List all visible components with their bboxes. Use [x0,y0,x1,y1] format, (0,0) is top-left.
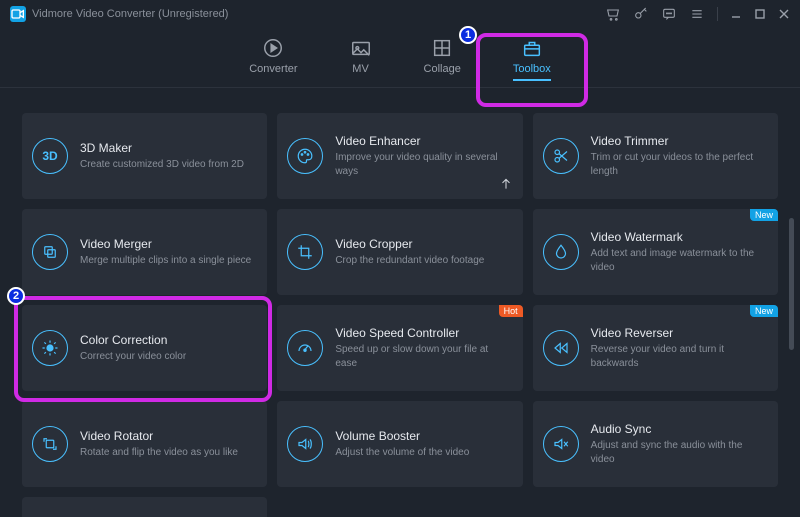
tab-label: Converter [249,63,297,75]
merge-icon [32,234,68,270]
separator [717,7,718,21]
annotation-badge-1: 1 [459,26,477,44]
tab-label: MV [352,63,369,75]
tool-desc: Improve your video quality in several wa… [335,151,508,178]
tool-title: Audio Sync [591,422,764,436]
droplet-icon [543,234,579,270]
feedback-icon[interactable] [661,6,677,22]
tool-video-enhancer[interactable]: Video Enhancer Improve your video qualit… [277,113,522,199]
toolbox-panel: 3D 3D Maker Create customized 3D video f… [0,99,800,517]
maximize-icon[interactable] [754,8,766,20]
three-d-icon: 3D [32,138,68,174]
tool-desc: Adjust the volume of the video [335,446,469,460]
tab-toolbox[interactable]: Toolbox [513,37,551,81]
tool-3d-maker[interactable]: 3D 3D Maker Create customized 3D video f… [22,113,267,199]
tool-desc: Merge multiple clips into a single piece [80,254,251,268]
close-icon[interactable] [778,8,790,20]
tool-desc: Speed up or slow down your file at ease [335,343,508,370]
key-icon[interactable] [633,6,649,22]
tool-title: Video Speed Controller [335,326,508,340]
tool-video-rotator[interactable]: Video Rotator Rotate and flip the video … [22,401,267,487]
tab-mv[interactable]: MV [350,37,372,79]
scissors-icon [543,138,579,174]
tool-video-cropper[interactable]: Video Cropper Crop the redundant video f… [277,209,522,295]
tool-desc: Rotate and flip the video as you like [80,446,238,460]
tool-video-watermark[interactable]: New Video Watermark Add text and image w… [533,209,778,295]
tool-desc: Trim or cut your videos to the perfect l… [591,151,764,178]
tool-desc: Adjust and sync the audio with the video [591,439,764,466]
scrollbar-thumb[interactable] [789,218,794,350]
badge-hot: Hot [499,305,523,317]
tab-label: Toolbox [513,63,551,75]
title-area: Vidmore Video Converter (Unregistered) [10,6,228,22]
tool-title: 3D Maker [80,141,244,155]
tool-volume-booster[interactable]: Volume Booster Adjust the volume of the … [277,401,522,487]
tool-desc: Create customized 3D video from 2D [80,158,244,172]
tool-title: Video Reverser [591,326,764,340]
tool-title: Video Rotator [80,429,238,443]
tool-video-trimmer[interactable]: Video Trimmer Trim or cut your videos to… [533,113,778,199]
toolbox-grid: 3D 3D Maker Create customized 3D video f… [22,113,778,517]
tool-title: Video Enhancer [335,134,508,148]
tool-title: Color Correction [80,333,186,347]
badge-new: New [750,209,778,221]
window-actions [605,6,790,22]
pin-icon[interactable] [499,177,513,191]
tool-title: Video Trimmer [591,134,764,148]
menu-icon[interactable] [689,6,705,22]
rewind-icon [543,330,579,366]
tool-color-correction[interactable]: Color Correction Correct your video colo… [22,305,267,391]
tool-desc: Correct your video color [80,350,186,364]
volume-icon [287,426,323,462]
title-bar: Vidmore Video Converter (Unregistered) [0,0,800,28]
tool-video-reverser[interactable]: New Video Reverser Reverse your video an… [533,305,778,391]
audio-sync-icon [543,426,579,462]
badge-new: New [750,305,778,317]
mv-icon [350,37,372,59]
tab-label: Collage [424,63,461,75]
tool-title: Volume Booster [335,429,469,443]
palette-icon [287,138,323,174]
window-title: Vidmore Video Converter (Unregistered) [32,8,228,20]
tool-title: Video Cropper [335,237,484,251]
tab-collage[interactable]: Collage [424,37,461,79]
collage-icon [431,37,453,59]
converter-icon [262,37,284,59]
tool-title: Video Merger [80,237,251,251]
crop-icon [287,234,323,270]
tool-video-merger[interactable]: Video Merger Merge multiple clips into a… [22,209,267,295]
gauge-icon [287,330,323,366]
tool-desc: Add text and image watermark to the vide… [591,247,764,274]
tool-desc: Crop the redundant video footage [335,254,484,268]
app-logo-icon [10,6,26,22]
tool-video-speed[interactable]: Hot Video Speed Controller Speed up or s… [277,305,522,391]
tool-desc: Reverse your video and turn it backwards [591,343,764,370]
tool-audio-sync[interactable]: Audio Sync Adjust and sync the audio wit… [533,401,778,487]
cart-icon[interactable] [605,6,621,22]
tab-converter[interactable]: Converter [249,37,297,79]
rotate-icon [32,426,68,462]
tool-file-date-changer[interactable]: File Date Changer [22,497,267,517]
brightness-icon [32,330,68,366]
tool-title: Video Watermark [591,230,764,244]
minimize-icon[interactable] [730,8,742,20]
annotation-badge-2: 2 [7,287,25,305]
toolbox-icon [521,37,543,59]
main-nav: Converter MV Collage Toolbox 1 [0,28,800,88]
